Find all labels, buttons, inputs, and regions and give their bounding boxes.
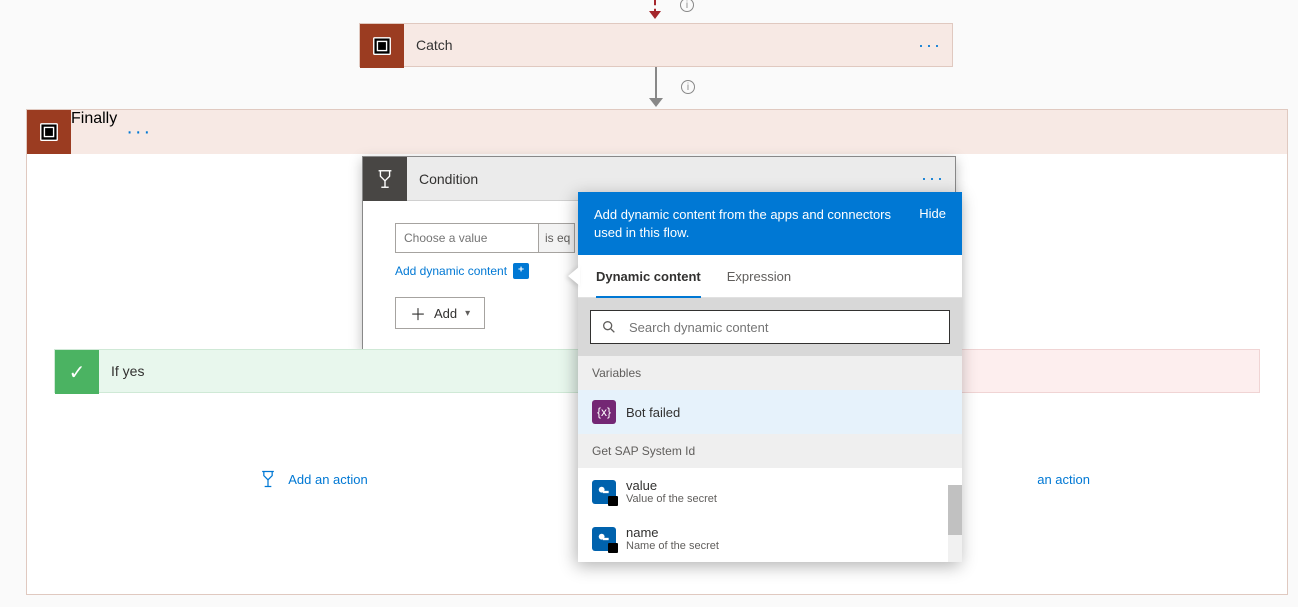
add-action-button-yes[interactable]: Add an action [258, 469, 368, 489]
scope-icon [27, 110, 71, 154]
plus-icon: ＋ [410, 301, 426, 325]
scope-card-finally: Finally ··· Condition ··· is eq [26, 109, 1288, 595]
dynamic-content-item[interactable]: value Value of the secret [578, 468, 962, 515]
dynamic-content-panel-header: Add dynamic content from the apps and co… [578, 192, 962, 255]
add-action-label-clip: an action [1037, 472, 1090, 487]
keyvault-icon [592, 527, 616, 551]
condition-small-icon [258, 469, 278, 489]
dynamic-content-panel: Add dynamic content from the apps and co… [578, 192, 962, 562]
dynamic-content-header-text: Add dynamic content from the apps and co… [594, 206, 907, 241]
lock-icon [608, 543, 618, 553]
search-dynamic-content-box [590, 310, 950, 344]
search-icon [601, 319, 617, 335]
scope-card-catch[interactable]: Catch ··· [359, 23, 953, 67]
dynamic-item-desc: Value of the secret [626, 493, 717, 505]
search-dynamic-content-input[interactable] [627, 319, 939, 336]
dynamic-item-desc: Name of the secret [626, 540, 719, 552]
tab-expression[interactable]: Expression [727, 255, 791, 297]
add-action-button-no[interactable]: an action [1037, 472, 1090, 487]
catch-title: Catch [404, 24, 908, 66]
more-menu-button[interactable]: ··· [117, 110, 161, 154]
condition-icon [363, 157, 407, 201]
tab-dynamic-content[interactable]: Dynamic content [596, 255, 701, 298]
variable-icon: {x} [592, 400, 616, 424]
check-icon: ✓ [55, 350, 99, 394]
info-icon[interactable]: i [681, 80, 695, 94]
add-dynamic-content-label: Add dynamic content [395, 264, 507, 278]
add-action-label: Add an action [288, 472, 368, 487]
branch-yes-label: If yes [99, 350, 651, 392]
keyvault-icon [592, 480, 616, 504]
connector-arrow-mid [655, 67, 657, 100]
lock-icon [608, 496, 618, 506]
dynamic-item-name: Bot failed [626, 405, 680, 420]
dynamic-content-item[interactable]: name Name of the secret [578, 515, 962, 562]
scope-icon [360, 24, 404, 68]
add-button-label: Add [434, 306, 457, 321]
condition-operator-select[interactable]: is eq [539, 223, 575, 253]
more-menu-button[interactable]: ··· [908, 24, 952, 66]
dynamic-section-header: Get SAP System Id [578, 434, 962, 468]
add-condition-row-button[interactable]: ＋ Add ▾ [395, 297, 485, 329]
info-icon[interactable]: i [680, 0, 694, 12]
scrollbar-thumb[interactable] [948, 485, 962, 535]
dynamic-item-name: value [626, 478, 717, 493]
connector-arrow-top-head [649, 11, 661, 19]
finally-header[interactable]: Finally ··· [27, 110, 1287, 154]
hide-panel-button[interactable]: Hide [919, 206, 946, 221]
chevron-down-icon: ▾ [465, 308, 470, 319]
dynamic-section-header: Variables [578, 356, 962, 390]
finally-title: Finally [71, 110, 117, 154]
connector-arrow-mid-head [649, 98, 663, 107]
dynamic-content-badge-icon: ⁺ [513, 263, 529, 279]
condition-value-input[interactable] [395, 223, 539, 253]
panel-pointer [568, 266, 580, 286]
branch-yes-header[interactable]: ✓ If yes [54, 349, 652, 393]
dynamic-content-item[interactable]: {x} Bot failed [578, 390, 962, 434]
dynamic-item-name: name [626, 525, 719, 540]
